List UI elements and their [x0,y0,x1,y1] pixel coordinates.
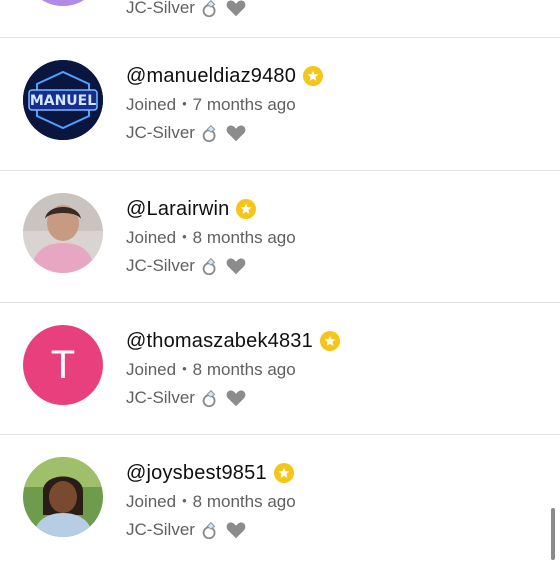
verified-badge-icon [236,199,257,219]
ring-icon [199,387,221,409]
tier-badge: JC-Silver [126,252,296,280]
neon-logo-icon: MANUEL [23,60,103,140]
joined-date: Joined • 8 months ago [126,360,296,379]
avatar[interactable] [23,457,103,537]
joined-date: Joined • 8 months ago [126,228,296,247]
list-item[interactable]: @Larairwin Joined • 8 months ago JC-Silver [0,171,560,303]
ring-icon [199,122,221,144]
tier-badge: JC-Silver [126,119,323,147]
profile-photo-icon [23,193,103,273]
avatar[interactable]: T [23,325,103,405]
ring-icon [199,519,221,541]
list-item[interactable]: JC-Silver [0,0,560,38]
heart-icon [225,387,247,409]
avatar[interactable] [23,0,103,6]
verified-badge-icon [303,66,324,86]
handle[interactable]: @manueldiaz9480 [126,65,296,88]
list-item[interactable]: T @thomaszabek4831 Joined • 8 months ago J… [0,303,560,435]
avatar[interactable]: MANUEL [23,60,103,140]
tier-badge: JC-Silver [126,516,296,544]
heart-icon [225,519,247,541]
handle[interactable]: @thomaszabek4831 [126,330,313,353]
tier-badge: JC-Silver [126,384,340,412]
avatar-letter: T [50,342,76,387]
heart-icon [225,255,247,277]
handle[interactable]: @Larairwin [126,198,229,221]
tier-badge: JC-Silver [126,0,247,22]
ring-icon [199,0,221,19]
svg-text:MANUEL: MANUEL [30,93,96,109]
profile-photo-icon [23,457,103,537]
heart-icon [225,122,247,144]
joined-date: Joined • 7 months ago [126,95,296,114]
scrollbar[interactable] [551,508,555,560]
verified-badge-icon [273,463,294,483]
list-item[interactable]: @joysbest9851 Joined • 8 months ago JC-Sil… [0,435,560,567]
handle[interactable]: @joysbest9851 [126,462,267,485]
joined-date: Joined • 8 months ago [126,492,296,511]
ring-icon [199,255,221,277]
avatar[interactable] [23,193,103,273]
member-list: JC-Silver MANUEL @manueldiaz9480 Joined … [0,0,560,567]
list-item[interactable]: MANUEL @manueldiaz9480 Joined • 7 months a… [0,38,560,171]
verified-badge-icon [319,331,340,351]
heart-icon [225,0,247,19]
